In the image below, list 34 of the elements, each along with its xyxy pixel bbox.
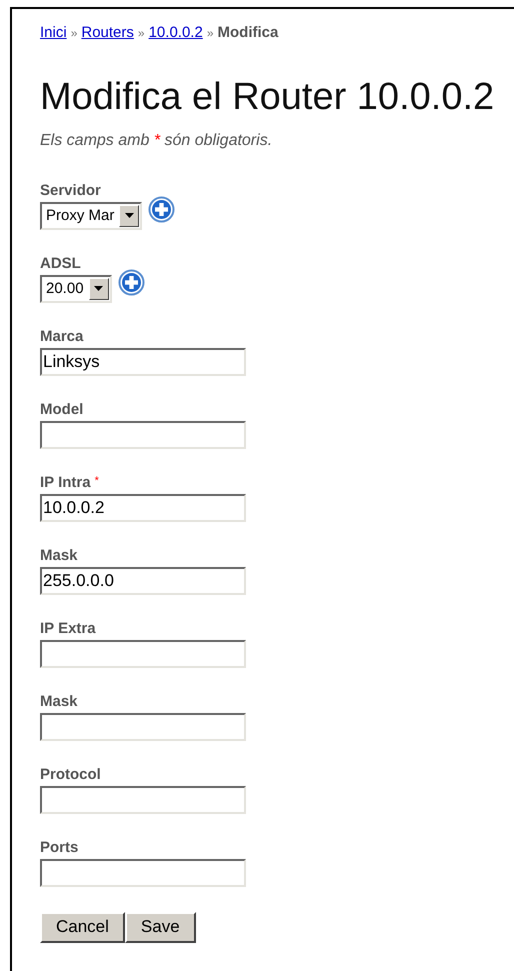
select-field[interactable]: Proxy Mar: [40, 202, 142, 230]
field-label: IP Extra: [40, 620, 96, 636]
breadcrumb-link[interactable]: 10.0.0.2: [148, 22, 203, 44]
text-field[interactable]: [40, 640, 246, 668]
breadcrumb-link[interactable]: Routers: [81, 22, 134, 44]
form-button[interactable]: Cancel: [40, 912, 125, 942]
field-label: Marca: [40, 328, 84, 344]
page-title: Modifica el Router 10.0.0.2: [40, 76, 496, 116]
breadcrumb-link[interactable]: Inici: [40, 22, 67, 44]
text-field[interactable]: [40, 786, 246, 814]
text-field[interactable]: [40, 858, 246, 886]
text-field[interactable]: 255.0.0.0: [40, 566, 246, 594]
field-label: Servidor: [40, 182, 101, 198]
text-field[interactable]: Linksys: [40, 348, 246, 376]
field-label: Protocol: [40, 766, 101, 782]
breadcrumb-separator: »: [70, 25, 78, 42]
field-label: IP Intra: [40, 474, 91, 490]
add-icon[interactable]: [118, 268, 145, 296]
field-label: Mask: [40, 694, 78, 710]
text-field[interactable]: [40, 420, 246, 448]
select-field[interactable]: 20.00: [40, 274, 112, 302]
add-icon[interactable]: [148, 196, 176, 222]
text-field[interactable]: [40, 712, 246, 740]
text-field[interactable]: 10.0.0.2: [40, 494, 246, 522]
field-label: ADSL: [40, 256, 81, 272]
required-note: Els camps amb * són obligatoris.: [40, 130, 274, 150]
required-mark: *: [94, 474, 99, 486]
breadcrumb-current: Modifica: [218, 23, 278, 43]
field-label: Ports: [40, 840, 78, 856]
breadcrumb-separator: »: [138, 25, 145, 42]
field-label: Mask: [40, 548, 78, 564]
field-label: Model: [40, 402, 84, 418]
breadcrumb-separator: »: [206, 25, 214, 42]
form-button[interactable]: Save: [124, 912, 196, 942]
